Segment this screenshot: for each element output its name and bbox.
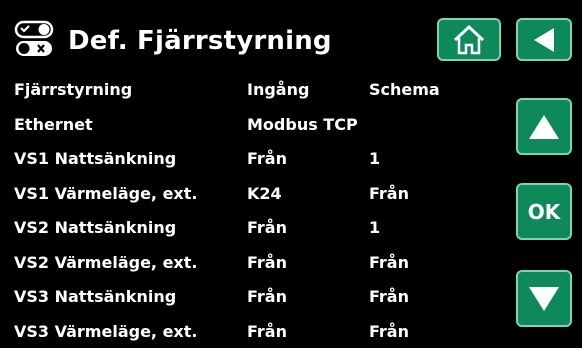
row-label: Fjärrstyrning <box>14 80 132 99</box>
down-arrow-icon <box>527 285 561 313</box>
row-value: Från <box>247 287 287 306</box>
list-item[interactable]: VS2 Nattsänkning Från 1 <box>0 210 500 245</box>
list-item[interactable]: VS3 Nattsänkning Från Från <box>0 279 500 314</box>
list-item[interactable]: VS1 Värmeläge, ext. K24 Från <box>0 176 500 211</box>
page-title: Def. Fjärrstyrning <box>68 26 332 56</box>
ok-button[interactable]: OK <box>516 183 572 240</box>
list-item[interactable]: VS1 Nattsänkning Från 1 <box>0 141 500 176</box>
row-label: VS1 Värmeläge, ext. <box>14 184 197 203</box>
up-arrow-icon <box>527 113 561 141</box>
remote-control-toggle-icon <box>14 20 58 58</box>
list-item[interactable]: Fjärrstyrning Ingång Schema <box>0 72 500 107</box>
row-label: VS3 Nattsänkning <box>14 287 176 306</box>
row-value: Modbus TCP <box>247 115 358 134</box>
settings-list: Fjärrstyrning Ingång Schema Ethernet Mod… <box>0 72 500 348</box>
scroll-up-button[interactable] <box>516 98 572 155</box>
row-label: VS3 Värmeläge, ext. <box>14 322 197 341</box>
home-icon <box>452 24 486 56</box>
row-value: K24 <box>247 184 282 203</box>
scroll-down-button[interactable] <box>516 270 572 327</box>
row-value: Ingång <box>247 80 309 99</box>
row-label: VS2 Värmeläge, ext. <box>14 253 197 272</box>
row-value-secondary: Schema <box>369 80 440 99</box>
back-button[interactable] <box>516 18 572 61</box>
row-label: VS1 Nattsänkning <box>14 149 176 168</box>
list-item[interactable]: Ethernet Modbus TCP <box>0 107 500 142</box>
back-arrow-icon <box>530 26 558 54</box>
row-value-secondary: 1 <box>369 218 380 237</box>
row-label: VS2 Nattsänkning <box>14 218 176 237</box>
list-item[interactable]: VS3 Värmeläge, ext. Från Från <box>0 314 500 348</box>
row-label: Ethernet <box>14 115 93 134</box>
row-value-secondary: Från <box>369 287 409 306</box>
row-value: Från <box>247 218 287 237</box>
row-value-secondary: Från <box>369 184 409 203</box>
list-item[interactable]: VS2 Värmeläge, ext. Från Från <box>0 245 500 280</box>
row-value-secondary: Från <box>369 322 409 341</box>
row-value: Från <box>247 322 287 341</box>
row-value: Från <box>247 253 287 272</box>
home-button[interactable] <box>437 18 501 61</box>
row-value-secondary: Från <box>369 253 409 272</box>
row-value: Från <box>247 149 287 168</box>
row-value-secondary: 1 <box>369 149 380 168</box>
